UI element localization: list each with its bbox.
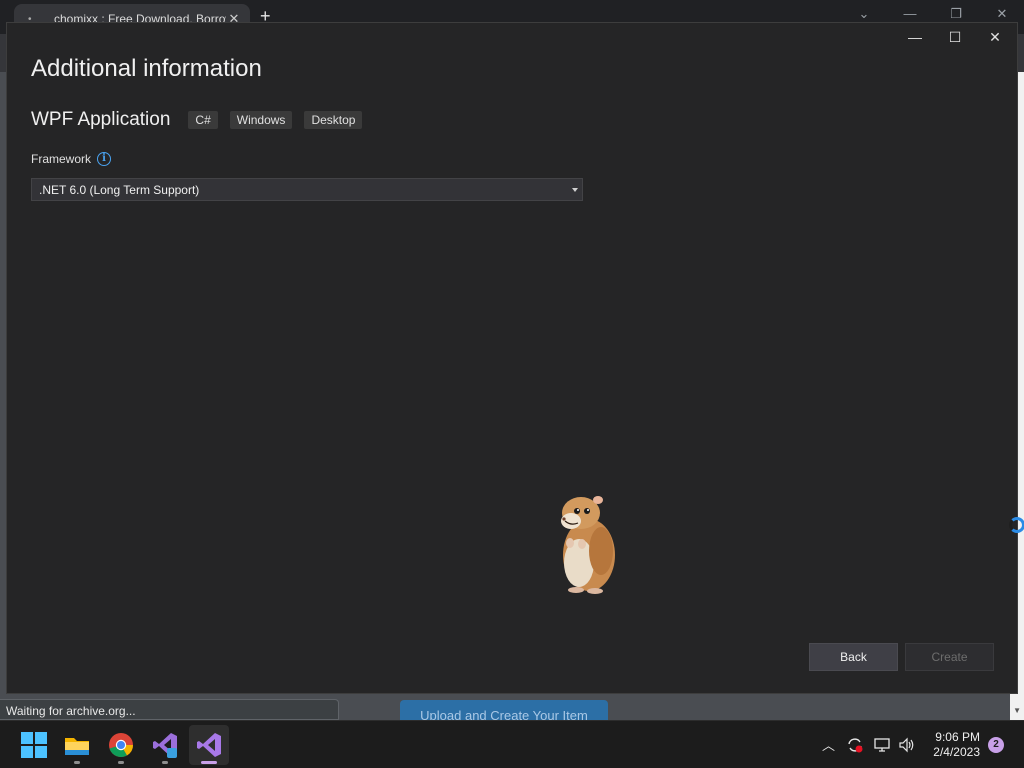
project-type-tag: Desktop: [304, 111, 363, 129]
tab-search-icon[interactable]: ⌄: [856, 6, 872, 22]
taskbar: ︿ 9:06 PM 2/4/2023 2: [0, 720, 1024, 768]
additional-info-dialog: — ☐ ✕ Additional information WPF Applica…: [6, 22, 1018, 694]
start-icon[interactable]: [20, 731, 48, 759]
clock-date: 2/4/2023: [933, 745, 980, 759]
project-template-row: WPF Application C# Windows Desktop: [31, 109, 374, 131]
system-clock[interactable]: 9:06 PM 2/4/2023: [928, 730, 980, 760]
status-bubble: Waiting for archive.org...: [0, 699, 339, 720]
framework-label-row: Framework i: [31, 152, 112, 166]
busy-cursor-icon: [1009, 517, 1024, 533]
scroll-down-arrow-icon[interactable]: ▼: [1013, 706, 1021, 715]
restore-icon[interactable]: ❐: [948, 6, 964, 22]
chevron-up-icon[interactable]: ︿: [822, 735, 835, 754]
dialog-window-controls: — ☐ ✕: [905, 27, 1005, 47]
running-indicator: [74, 761, 80, 764]
minimize-icon[interactable]: —: [902, 6, 918, 22]
framework-label: Framework: [31, 152, 92, 166]
language-tag: C#: [188, 111, 218, 129]
close-icon[interactable]: ✕: [985, 27, 1005, 47]
visual-studio-icon[interactable]: [195, 731, 223, 759]
running-indicator: [162, 761, 168, 764]
file-explorer-icon[interactable]: [63, 731, 91, 759]
volume-icon[interactable]: [898, 736, 916, 754]
network-icon[interactable]: [873, 736, 891, 754]
notification-badge[interactable]: 2: [988, 737, 1004, 753]
active-indicator: [201, 761, 217, 764]
dialog-title: Additional information: [31, 55, 262, 82]
hamster-image: [561, 496, 615, 594]
info-icon[interactable]: i: [97, 152, 112, 166]
framework-selected-value: .NET 6.0 (Long Term Support): [39, 182, 200, 197]
minimize-icon[interactable]: —: [905, 27, 925, 47]
browser-window-controls: ⌄ — ❐ ✕: [856, 6, 1010, 22]
back-button[interactable]: Back: [809, 643, 898, 671]
close-icon[interactable]: ✕: [994, 6, 1010, 22]
maximize-icon[interactable]: ☐: [945, 27, 965, 47]
sync-icon[interactable]: [846, 736, 864, 754]
upload-button[interactable]: Upload and Create Your Item: [400, 700, 608, 720]
platform-tag: Windows: [229, 111, 293, 129]
visual-studio-preview-icon[interactable]: [151, 731, 179, 759]
clock-time: 9:06 PM: [935, 730, 980, 744]
chrome-icon[interactable]: [107, 731, 135, 759]
chevron-down-icon: [572, 188, 578, 192]
project-template-name: WPF Application: [31, 109, 171, 130]
framework-dropdown[interactable]: .NET 6.0 (Long Term Support): [31, 178, 583, 201]
create-button[interactable]: Create: [905, 643, 994, 671]
running-indicator: [118, 761, 124, 764]
